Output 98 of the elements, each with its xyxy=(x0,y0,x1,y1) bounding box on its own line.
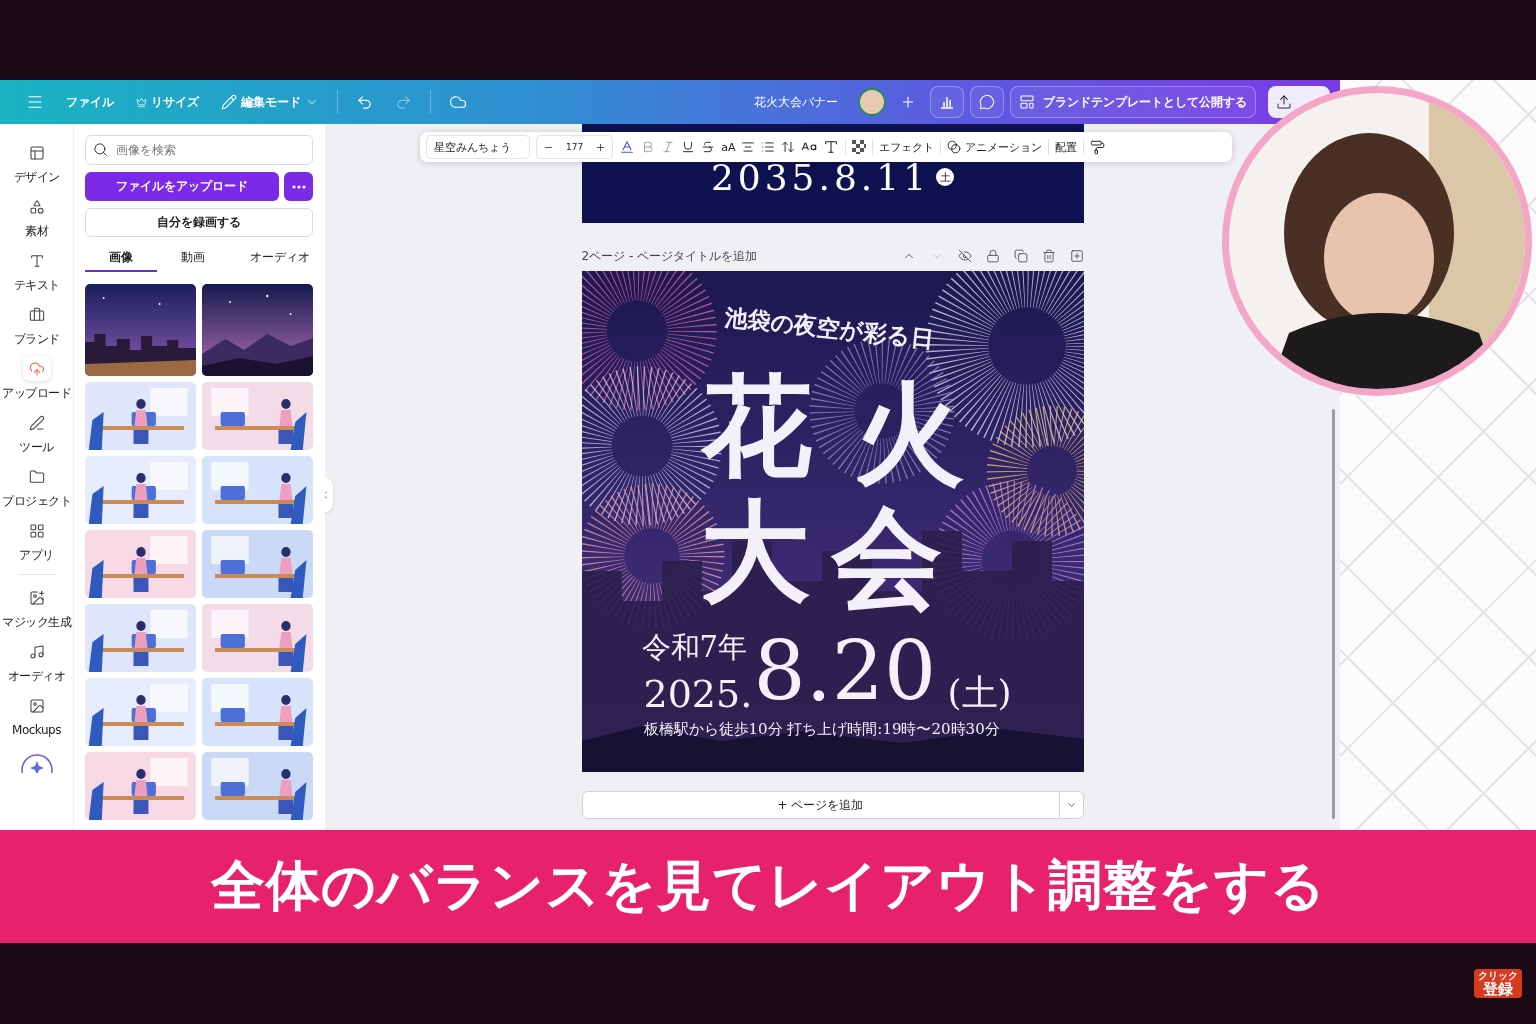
checker-icon xyxy=(852,140,867,154)
hide-icon xyxy=(957,249,972,263)
italic-icon xyxy=(661,140,676,154)
cloud-upload-icon xyxy=(28,360,45,377)
image-plus-icon xyxy=(28,589,45,606)
cloud-icon xyxy=(449,93,467,111)
bold-button[interactable] xyxy=(641,140,656,154)
plus-icon xyxy=(900,94,916,110)
insights-button[interactable] xyxy=(930,86,964,118)
subscribe-badge[interactable]: クリック 登録 xyxy=(1474,968,1522,999)
poster-title-char: 大 xyxy=(699,497,810,607)
music-icon xyxy=(28,643,45,660)
align-center-icon xyxy=(741,140,756,154)
comment-button[interactable] xyxy=(970,86,1004,118)
record-yourself-button[interactable]: 自分を録画する xyxy=(85,208,313,237)
bold-icon xyxy=(641,140,656,154)
more-options-button[interactable] xyxy=(284,172,313,201)
font-field[interactable]: 星空みんちょう xyxy=(426,135,530,159)
duplicate-icon xyxy=(1013,249,1028,263)
search-icon xyxy=(93,142,108,157)
caption-text: 全体のバランスを見てレイアウト調整をする xyxy=(210,853,1326,919)
list-button[interactable] xyxy=(761,140,776,154)
sidebar-item[interactable]: ツール xyxy=(0,406,73,460)
grid-plus-icon xyxy=(28,522,45,539)
redo-icon xyxy=(395,93,412,111)
sidebar-item[interactable]: マジック生成 xyxy=(0,581,73,635)
spacing-button[interactable] xyxy=(781,140,796,154)
sidebar-item[interactable]: Mockups xyxy=(0,689,73,743)
share-icon xyxy=(1276,94,1292,110)
animation-icon xyxy=(947,140,962,154)
add-icon xyxy=(1069,249,1084,263)
sidebar-item[interactable]: デザイン xyxy=(0,136,73,190)
info-text: 板橋駅から徒歩10分 打ち上げ時間:19時〜20時30分 xyxy=(643,722,1000,737)
weekday-text: (土) xyxy=(947,675,1012,711)
underline-button[interactable] xyxy=(681,140,696,154)
poster-title-char: 火 xyxy=(853,379,964,489)
list-icon xyxy=(761,140,776,154)
position-button[interactable]: 配置 xyxy=(1055,139,1078,155)
tab[interactable]: 画像 xyxy=(85,244,157,272)
publish-template-button[interactable]: ブランドテンプレートとして公開する xyxy=(1010,86,1256,118)
undo-icon xyxy=(356,93,373,111)
menu-icon xyxy=(26,93,44,111)
shapes-icon xyxy=(28,198,45,215)
sidebar-item[interactable]: アプリ xyxy=(0,514,73,568)
poster-title-char: 花 xyxy=(701,371,812,481)
briefcase-icon xyxy=(28,306,45,323)
tab[interactable]: 動画 xyxy=(157,244,229,272)
sidebar-item[interactable]: プロジェクト xyxy=(0,460,73,514)
upload-files-button[interactable]: ファイルをアップロード xyxy=(85,172,279,201)
user-avatar[interactable] xyxy=(858,88,886,116)
sidebar-item[interactable]: アップロード xyxy=(0,352,73,406)
poster-title-char: 会 xyxy=(831,503,942,613)
underline-icon xyxy=(681,140,696,154)
comment-icon xyxy=(979,94,995,110)
weekday-text: 土 xyxy=(936,168,955,186)
text-icon xyxy=(28,252,45,269)
scrollbar[interactable] xyxy=(1332,409,1335,819)
strikethrough-icon xyxy=(701,140,716,154)
letter-case-button[interactable]: aA xyxy=(721,140,736,154)
increase-size-button[interactable] xyxy=(595,141,607,153)
poster-subtitle: 池袋の夜空が彩る日 xyxy=(722,306,935,351)
sidebar-item[interactable]: ブランド xyxy=(0,298,73,352)
paint-roller-icon xyxy=(1090,139,1106,155)
sidebar-item[interactable]: 素材 xyxy=(0,190,73,244)
assistant-icon[interactable] xyxy=(19,753,54,773)
spacing-icon xyxy=(781,140,796,154)
text-color-icon xyxy=(619,139,636,155)
pencil-icon xyxy=(221,94,237,110)
pen-icon xyxy=(28,414,45,431)
layout-icon xyxy=(28,144,45,161)
image-icon xyxy=(28,698,45,714)
more-icon xyxy=(291,184,306,189)
year-text: 2025. xyxy=(643,675,753,713)
text-direction-button[interactable] xyxy=(823,139,840,155)
animation-button[interactable]: アニメーション xyxy=(947,139,1043,155)
copy-style-button[interactable] xyxy=(1090,139,1106,155)
page-title[interactable]: 2ページ - ページタイトルを追加 xyxy=(581,247,758,265)
text-color-button[interactable] xyxy=(619,139,636,155)
sidebar-item[interactable]: テキスト xyxy=(0,244,73,298)
search-field[interactable]: 画像を検索 xyxy=(85,135,313,165)
plus-icon xyxy=(595,141,607,153)
folder-icon xyxy=(28,468,45,485)
trash-icon xyxy=(1041,249,1056,263)
align-button[interactable] xyxy=(741,140,756,154)
crown-icon xyxy=(136,96,147,108)
template-icon xyxy=(1019,94,1035,110)
strikethrough-button[interactable] xyxy=(701,140,716,154)
tab[interactable]: オーディオ xyxy=(229,244,325,272)
date-text: 2035.8.11 xyxy=(710,160,931,196)
transparency-button[interactable] xyxy=(852,140,867,154)
font-size-field[interactable]: 177 xyxy=(566,142,584,152)
bar-chart-icon xyxy=(939,94,955,110)
lock-icon xyxy=(985,249,1000,263)
effects-button[interactable]: エフェクト xyxy=(879,139,935,155)
sidebar-item[interactable]: オーディオ xyxy=(0,635,73,689)
design-title[interactable]: 花火大会バナー xyxy=(754,93,838,111)
date-text: 8.20 xyxy=(753,631,937,713)
era-text: 令和7年 xyxy=(641,633,747,662)
